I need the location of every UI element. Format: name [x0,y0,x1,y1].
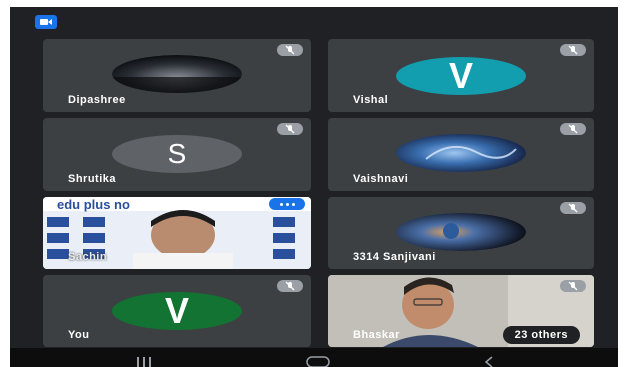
participant-name: Bhaskar [353,329,400,341]
participant-name: 3314 Sanjivani [353,251,436,263]
banner: edu plus no [57,197,130,212]
participant-name: Sachin [68,251,108,263]
participant-photo [396,134,526,172]
camera-icon[interactable] [35,15,57,29]
home-icon[interactable] [306,355,330,367]
participant-tile-vaishnavi[interactable]: Vaishnavi [328,118,594,191]
avatar-initial: S [167,138,187,169]
others-button[interactable]: 23 others [502,326,580,344]
mic-off-icon [560,44,586,56]
participant-name: Vishal [353,94,389,106]
navigation-bar [10,348,618,367]
participant-tile-sachin[interactable]: edu plus no Sachin [43,197,311,269]
mic-off-icon [560,280,586,292]
others-label: 23 others [514,329,568,341]
meeting-screen: Dipashree V Vishal S Shrutika Vaishnavi [10,7,618,367]
banner-text: edu plus no [57,197,130,212]
participant-tile-you[interactable]: V You [43,275,311,347]
participant-tile-shrutika[interactable]: S Shrutika [43,118,311,191]
participant-photo [396,213,526,251]
mic-off-icon [277,123,303,135]
participant-name: Shrutika [68,173,117,185]
mic-off-icon [560,123,586,135]
avatar: V [396,55,526,96]
participant-tile-vishal[interactable]: V Vishal [328,39,594,112]
mic-off-icon [277,280,303,292]
avatar-initial: V [164,290,189,331]
participant-photo [112,55,242,93]
participant-tile-bhaskar[interactable]: Bhaskar 23 others [328,275,594,347]
participant-name: Dipashree [68,94,126,106]
avatar: S [112,135,242,173]
recents-icon[interactable] [136,355,152,367]
mic-off-icon [277,44,303,56]
mic-off-icon [560,202,586,214]
back-icon[interactable] [484,355,494,367]
participant-name: You [68,329,90,341]
more-icon[interactable] [269,198,305,210]
participant-tile-sanjivani[interactable]: 3314 Sanjivani [328,197,594,269]
avatar: V [112,290,242,331]
avatar-initial: V [448,55,473,96]
participant-tile-dipashree[interactable]: Dipashree [43,39,311,112]
participant-name: Vaishnavi [353,173,409,185]
